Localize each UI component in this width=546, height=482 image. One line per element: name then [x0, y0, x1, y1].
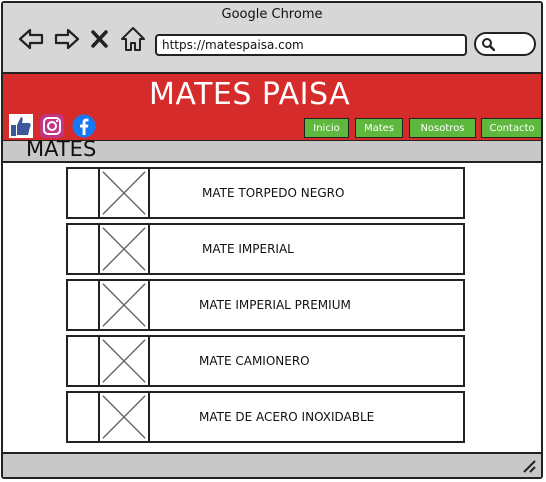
browser-window: Google Chrome https://matespaisa.com MAT… [1, 1, 543, 479]
list-item[interactable]: MATE CAMIONERO [66, 335, 465, 387]
product-list: MATE TORPEDO NEGRO MATE IMPERIAL MATE IM… [3, 163, 541, 453]
row-selector[interactable] [68, 393, 100, 441]
site-header: MATES PAISA Inicio Mates Nosotros Contac… [3, 74, 541, 141]
product-name: MATE DE ACERO INOXIDABLE [199, 410, 375, 424]
site-title: MATES PAISA [149, 77, 351, 112]
facebook-like-icon[interactable] [9, 114, 33, 138]
tab-nosotros[interactable]: Nosotros [409, 118, 476, 138]
product-name: MATE IMPERIAL PREMIUM [199, 298, 351, 312]
row-selector[interactable] [68, 169, 100, 217]
address-bar[interactable]: https://matespaisa.com [155, 34, 467, 56]
list-item[interactable]: MATE TORPEDO NEGRO [66, 167, 465, 219]
tab-mates[interactable]: Mates [355, 118, 403, 138]
list-item[interactable]: MATE DE ACERO INOXIDABLE [66, 391, 465, 443]
facebook-icon[interactable] [72, 114, 96, 138]
row-selector[interactable] [68, 337, 100, 385]
tab-contacto[interactable]: Contacto [481, 118, 541, 138]
search-icon [482, 38, 495, 51]
image-placeholder-icon [102, 337, 150, 385]
product-name: MATE CAMIONERO [199, 354, 310, 368]
list-item[interactable]: MATE IMPERIAL PREMIUM [66, 279, 465, 331]
instagram-icon[interactable] [40, 114, 64, 138]
close-icon[interactable] [89, 25, 111, 53]
tab-inicio[interactable]: Inicio [304, 118, 349, 138]
search-box[interactable] [474, 32, 536, 56]
image-placeholder-icon [102, 169, 150, 217]
back-arrow-icon[interactable] [17, 25, 45, 53]
product-name: MATE IMPERIAL [202, 242, 294, 256]
window-title: Google Chrome [221, 7, 323, 22]
image-placeholder-icon [102, 225, 150, 273]
product-name: MATE TORPEDO NEGRO [202, 186, 345, 200]
resize-grip-icon[interactable] [521, 458, 537, 474]
home-icon[interactable] [119, 25, 147, 53]
section-bar: MATES [3, 137, 541, 163]
image-placeholder-icon [102, 281, 150, 329]
section-title: MATES [26, 137, 97, 161]
image-placeholder-icon [102, 393, 150, 441]
row-selector[interactable] [68, 225, 100, 273]
list-item[interactable]: MATE IMPERIAL [66, 223, 465, 275]
status-bar [3, 452, 541, 477]
browser-chrome: Google Chrome https://matespaisa.com [3, 3, 541, 74]
row-selector[interactable] [68, 281, 100, 329]
forward-arrow-icon[interactable] [53, 25, 81, 53]
